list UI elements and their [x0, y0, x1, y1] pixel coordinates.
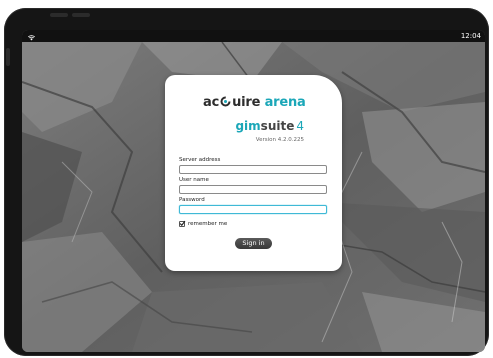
- product-title: gimsuite 4: [235, 119, 304, 133]
- tablet-frame: 12:04 ac uire arena gimsuite 4 Version 4…: [4, 8, 489, 356]
- top-button-1: [50, 13, 68, 17]
- status-bar: 12:04: [22, 30, 485, 42]
- screen: 12:04 ac uire arena gimsuite 4 Version 4…: [22, 30, 485, 352]
- checkmark-icon: [179, 220, 186, 227]
- sign-in-button[interactable]: Sign in: [235, 238, 272, 249]
- user-name-label: User name: [179, 177, 209, 183]
- logo-text-right: arena: [264, 95, 306, 110]
- login-card: ac uire arena gimsuite 4 Version 4.2.0.22…: [165, 75, 342, 271]
- remember-me-checkbox[interactable]: [179, 220, 186, 227]
- logo-text-middle: uire: [232, 95, 261, 110]
- acquire-arena-logo: ac uire arena: [203, 95, 307, 111]
- acquire-q-logo-icon: [220, 96, 231, 107]
- server-address-input[interactable]: [179, 165, 327, 174]
- product-prefix: gim: [235, 119, 261, 133]
- password-label: Password: [179, 197, 205, 203]
- logo-text-left: ac: [203, 95, 220, 110]
- side-button: [6, 48, 10, 66]
- remember-me-label: remember me: [188, 221, 228, 227]
- status-time: 12:04: [460, 32, 481, 40]
- server-address-label: Server address: [179, 157, 221, 163]
- password-input[interactable]: [179, 205, 327, 214]
- product-name: suite: [260, 119, 295, 133]
- top-button-2: [72, 13, 90, 17]
- product-number: 4: [296, 119, 304, 133]
- remember-me-row[interactable]: remember me: [179, 220, 227, 228]
- version-text: Version 4.2.0.225: [255, 137, 304, 143]
- user-name-input[interactable]: [179, 185, 327, 194]
